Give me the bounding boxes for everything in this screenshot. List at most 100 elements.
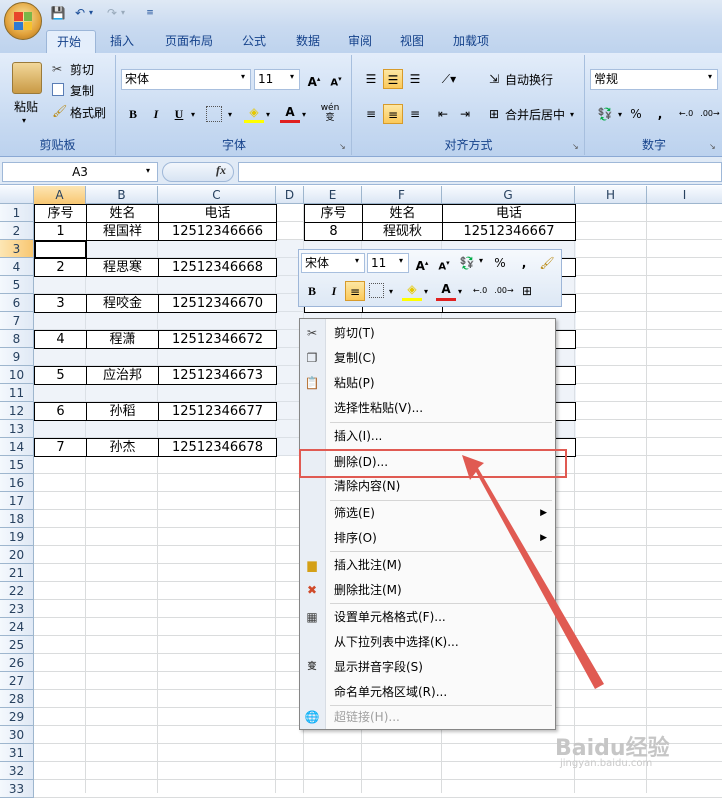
row-header[interactable]: 33 [0, 780, 34, 798]
table-cell[interactable]: 程潇 [86, 330, 159, 349]
mini-center-icon[interactable]: ≡ [345, 281, 365, 301]
row-header[interactable]: 8 [0, 330, 34, 348]
table-cell[interactable]: 孙稻 [86, 402, 159, 421]
row-header[interactable]: 3 [0, 240, 34, 258]
align-bottom-icon[interactable]: ☰ [405, 69, 425, 89]
font-color-dropdown-icon[interactable]: ▾ [302, 110, 306, 119]
row-header[interactable]: 17 [0, 492, 34, 510]
menu-item-paste-special[interactable]: 选择性粘贴(V)... [300, 396, 555, 420]
row-header[interactable]: 28 [0, 690, 34, 708]
table-cell[interactable]: 孙杰 [86, 438, 159, 457]
menu-item-filter[interactable]: 筛选(E) ▶ [300, 501, 555, 525]
menu-item-show-phonetic[interactable]: 变 显示拼音字段(S) [300, 655, 555, 679]
column-header-e[interactable]: E [304, 186, 362, 204]
table-cell[interactable]: 12512346667 [442, 222, 576, 241]
table-cell[interactable]: 12512346666 [158, 222, 277, 241]
merge-center-icon[interactable]: ⊞ [484, 104, 504, 124]
menu-item-paste[interactable]: 📋 粘贴(P) [300, 371, 555, 395]
table-header-cell[interactable]: 姓名 [86, 204, 159, 223]
tab-addins[interactable]: 加载项 [443, 30, 499, 53]
menu-item-format-cells[interactable]: ▦ 设置单元格格式(F)... [300, 605, 555, 629]
mini-shrink-font-icon[interactable]: A▾ [434, 253, 454, 273]
name-box[interactable]: A3 [2, 162, 158, 182]
copy-button[interactable]: 复制 [70, 82, 94, 99]
shrink-font-icon[interactable]: A▾ [326, 69, 346, 89]
column-header-g[interactable]: G [442, 186, 575, 204]
mini-currency-icon[interactable]: 💱 [457, 253, 477, 273]
row-header[interactable]: 9 [0, 348, 34, 366]
bold-button[interactable]: B [123, 104, 143, 124]
percent-button[interactable]: % [626, 104, 646, 124]
table-cell[interactable]: 4 [34, 330, 87, 349]
table-cell[interactable]: 12512346670 [158, 294, 277, 313]
align-center-icon[interactable]: ≡ [383, 104, 403, 124]
row-header[interactable]: 29 [0, 708, 34, 726]
row-header[interactable]: 4 [0, 258, 34, 276]
table-header-cell[interactable]: 姓名 [362, 204, 443, 223]
menu-item-delete-comment[interactable]: ✖ 删除批注(M) [300, 578, 555, 602]
column-header-i[interactable]: I [647, 186, 722, 204]
row-header[interactable]: 5 [0, 276, 34, 294]
mini-percent-button[interactable]: % [490, 253, 510, 273]
mini-fill-dropdown-icon[interactable]: ▾ [424, 287, 428, 296]
office-button[interactable] [4, 2, 42, 40]
mini-borders-icon[interactable] [369, 283, 384, 298]
font-name-dropdown-icon[interactable]: ▾ [241, 72, 245, 81]
mini-decrease-decimal-icon[interactable]: .00→ [493, 281, 515, 301]
customize-qat-icon[interactable]: ≡ [144, 5, 156, 21]
row-header[interactable]: 18 [0, 510, 34, 528]
paste-button[interactable]: 粘贴 [14, 98, 38, 115]
format-painter-button[interactable]: 格式刷 [70, 104, 106, 121]
font-name-select[interactable]: 宋体 [121, 69, 251, 90]
comma-button[interactable]: , [650, 104, 670, 124]
active-cell[interactable] [34, 240, 87, 259]
table-cell[interactable]: 12512346668 [158, 258, 277, 277]
menu-item-name-range[interactable]: 命名单元格区域(R)... [300, 680, 555, 704]
mini-italic-button[interactable]: I [324, 281, 344, 301]
cut-button[interactable]: 剪切 [70, 61, 94, 78]
increase-decimal-icon[interactable]: ←.0 [675, 104, 697, 124]
table-cell[interactable]: 程咬金 [86, 294, 159, 313]
name-box-dropdown-icon[interactable]: ▾ [146, 166, 150, 175]
row-header[interactable]: 14 [0, 438, 34, 456]
table-header-cell[interactable]: 序号 [34, 204, 87, 223]
mini-grow-font-icon[interactable]: A▴ [412, 253, 432, 273]
number-format-dropdown-icon[interactable]: ▾ [708, 72, 712, 81]
tab-page-layout[interactable]: 页面布局 [155, 30, 223, 53]
row-header[interactable]: 31 [0, 744, 34, 762]
merge-center-button[interactable]: 合并后居中 [505, 106, 565, 123]
mini-size-dropdown-icon[interactable]: ▾ [399, 256, 403, 265]
text-orientation-icon[interactable]: ⟋▾ [434, 69, 464, 89]
increase-indent-icon[interactable]: ⇥ [455, 104, 475, 124]
table-cell[interactable]: 12512346678 [158, 438, 277, 457]
redo-dropdown-icon[interactable]: ▾ [118, 5, 128, 21]
table-cell[interactable]: 3 [34, 294, 87, 313]
tab-formulas[interactable]: 公式 [232, 30, 276, 53]
phonetic-button[interactable]: wén 变 [316, 103, 344, 123]
merge-dropdown-icon[interactable]: ▾ [570, 110, 574, 119]
underline-button[interactable]: U [169, 104, 189, 124]
table-header-cell[interactable]: 电话 [158, 204, 277, 223]
mini-borders-dropdown-icon[interactable]: ▾ [389, 287, 393, 296]
row-header[interactable]: 24 [0, 618, 34, 636]
mini-font-dropdown-icon[interactable]: ▾ [355, 256, 359, 265]
tab-view[interactable]: 视图 [390, 30, 434, 53]
table-cell[interactable]: 2 [34, 258, 87, 277]
table-cell[interactable]: 12512346673 [158, 366, 277, 385]
column-header-a[interactable]: A [34, 186, 86, 204]
italic-button[interactable]: I [146, 104, 166, 124]
mini-increase-decimal-icon[interactable]: ←.0 [469, 281, 491, 301]
row-header[interactable]: 7 [0, 312, 34, 330]
borders-icon[interactable] [206, 106, 222, 122]
table-cell[interactable]: 8 [304, 222, 363, 241]
align-middle-icon[interactable]: ☰ [383, 69, 403, 89]
column-header-f[interactable]: F [362, 186, 442, 204]
underline-dropdown-icon[interactable]: ▾ [191, 110, 195, 119]
align-left-icon[interactable]: ≡ [361, 104, 381, 124]
formula-input[interactable] [238, 162, 722, 182]
mini-fill-color-icon[interactable]: ◈ [402, 279, 422, 299]
row-header[interactable]: 30 [0, 726, 34, 744]
align-top-icon[interactable]: ☰ [361, 69, 381, 89]
row-header[interactable]: 19 [0, 528, 34, 546]
column-header-h[interactable]: H [575, 186, 647, 204]
